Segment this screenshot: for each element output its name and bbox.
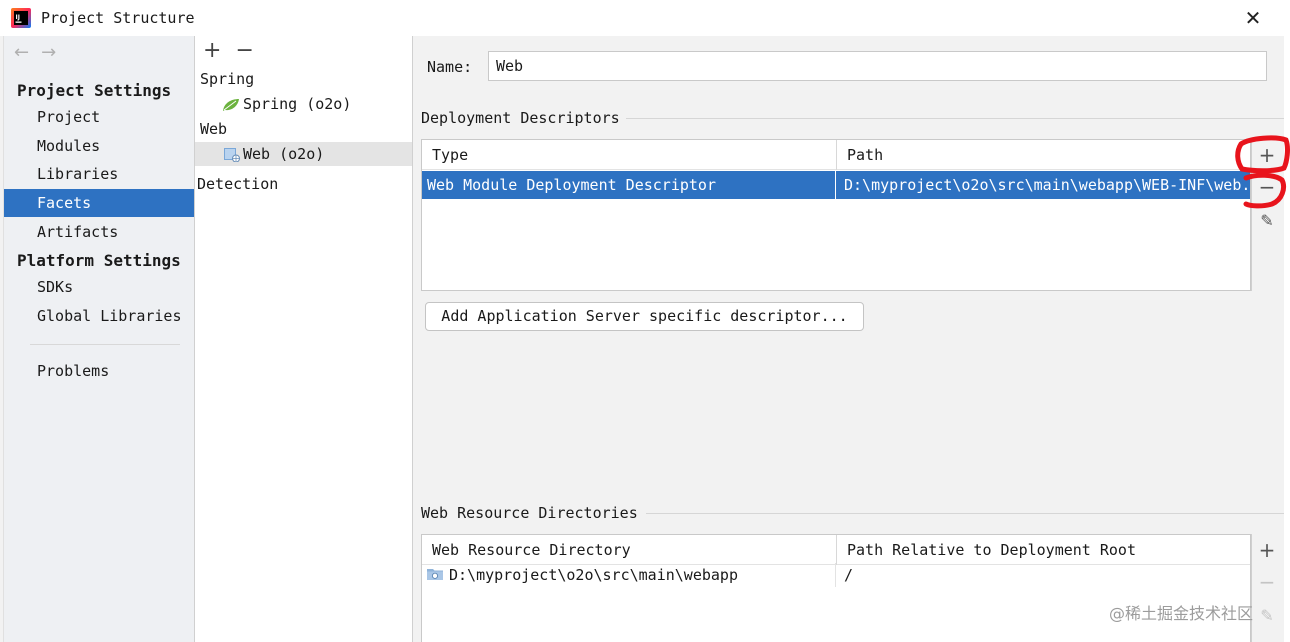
nav-item-facets[interactable]: Facets — [4, 189, 195, 217]
relative-path-cell: / — [844, 566, 854, 584]
tree-item-detection[interactable]: Detection — [195, 172, 412, 196]
section-divider — [646, 513, 1284, 514]
deployment-descriptors-title: Deployment Descriptors — [421, 109, 620, 127]
forward-arrow-icon[interactable]: → — [41, 42, 56, 63]
column-header-path[interactable]: Path — [837, 140, 1250, 170]
resource-directory-cell: D:\myproject\o2o\src\main\webapp — [422, 563, 836, 587]
add-resource-dir-icon[interactable]: + — [1252, 537, 1282, 563]
nav-item-libraries[interactable]: Libraries — [4, 160, 195, 188]
remove-resource-dir-icon[interactable]: − — [1252, 569, 1282, 595]
title-bar: IJ Project Structure ✕ — [0, 0, 1284, 36]
table-header: Web Resource Directory Path Relative to … — [422, 535, 1250, 565]
nav-item-problems[interactable]: Problems — [4, 357, 195, 385]
nav-item-sdks[interactable]: SDKs — [4, 273, 195, 301]
section-divider — [626, 118, 1284, 119]
svg-text:IJ: IJ — [16, 14, 20, 21]
add-server-descriptor-button[interactable]: Add Application Server specific descript… — [425, 302, 864, 331]
window-title: Project Structure — [41, 9, 195, 27]
project-structure-window: IJ Project Structure ✕ ← → Project Settin… — [0, 0, 1290, 642]
back-arrow-icon[interactable]: ← — [14, 42, 29, 63]
close-icon[interactable]: ✕ — [1240, 4, 1266, 32]
web-resource-directories-table: Web Resource Directory Path Relative to … — [421, 534, 1251, 642]
nav-history: ← → — [14, 42, 68, 63]
facet-name-input[interactable] — [488, 51, 1267, 81]
descriptors-side-toolbar: + − ✎ — [1251, 139, 1281, 291]
nav-divider — [30, 344, 180, 345]
web-facet-icon — [224, 147, 240, 162]
table-row[interactable]: D:\myproject\o2o\src\main\webapp / — [422, 563, 1250, 587]
platform-settings-heading: Platform Settings — [17, 251, 181, 270]
settings-nav: ← → Project Settings Project Modules Libr… — [3, 36, 195, 642]
nav-item-global-libraries[interactable]: Global Libraries — [4, 302, 195, 330]
descriptor-path-cell: D:\myproject\o2o\src\main\webapp\WEB-INF… — [844, 176, 1250, 194]
resource-directory-path: D:\myproject\o2o\src\main\webapp — [449, 566, 738, 584]
tree-item-label: Web (o2o) — [243, 145, 325, 163]
column-header-type[interactable]: Type — [422, 140, 837, 170]
spring-leaf-icon — [223, 98, 239, 111]
edit-resource-dir-icon[interactable]: ✎ — [1252, 603, 1282, 629]
web-folder-icon — [427, 569, 443, 580]
name-label: Name: — [427, 58, 473, 76]
tree-item-web-o2o[interactable]: Web (o2o) — [195, 142, 412, 166]
column-header-relative-path[interactable]: Path Relative to Deployment Root — [837, 535, 1250, 565]
table-header: Type Path — [422, 140, 1250, 170]
add-descriptor-icon[interactable]: + — [1252, 142, 1282, 168]
facet-editor: Name: Deployment Descriptors Type Path W… — [414, 36, 1284, 642]
add-facet-icon[interactable]: + — [203, 38, 221, 63]
remove-facet-icon[interactable]: − — [235, 38, 253, 63]
nav-item-project[interactable]: Project — [4, 103, 195, 131]
column-header-web-resource-directory[interactable]: Web Resource Directory — [422, 535, 837, 565]
tree-group-spring[interactable]: Spring — [195, 67, 412, 91]
intellij-app-icon: IJ — [11, 8, 31, 28]
facets-tree-pane: + − Spring Spring (o2o) Web Web (o2o) Det… — [194, 36, 413, 642]
edit-descriptor-icon[interactable]: ✎ — [1252, 208, 1282, 234]
tree-group-web[interactable]: Web — [195, 117, 412, 141]
resource-dirs-side-toolbar: + − ✎ — [1251, 534, 1281, 642]
deployment-descriptors-table: Type Path Web Module Deployment Descript… — [421, 139, 1251, 291]
remove-descriptor-icon[interactable]: − — [1252, 174, 1282, 200]
nav-item-artifacts[interactable]: Artifacts — [4, 218, 195, 246]
watermark: @稀土掘金技术社区 — [1109, 604, 1254, 623]
tree-item-spring-o2o[interactable]: Spring (o2o) — [195, 92, 412, 116]
web-resource-directories-title: Web Resource Directories — [421, 504, 638, 522]
descriptor-type-cell: Web Module Deployment Descriptor — [422, 171, 836, 199]
tree-item-label: Spring (o2o) — [243, 95, 352, 113]
nav-item-modules[interactable]: Modules — [4, 132, 195, 160]
table-row[interactable]: Web Module Deployment Descriptor D:\mypr… — [422, 171, 1250, 199]
tree-toolbar: + − — [203, 38, 268, 63]
project-settings-heading: Project Settings — [17, 81, 172, 100]
